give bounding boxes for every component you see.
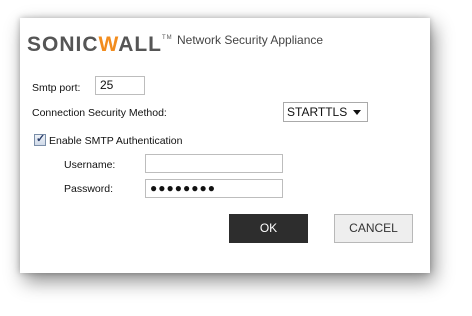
security-method-value: STARTTLS: [287, 105, 348, 119]
logo-suffix: ALL: [118, 33, 163, 56]
ok-button[interactable]: OK: [229, 214, 308, 243]
enable-auth-checkbox[interactable]: ✓: [34, 133, 46, 146]
smtp-port-input[interactable]: 25: [95, 76, 145, 95]
enable-auth-label: Enable SMTP Authentication: [49, 135, 183, 147]
username-label: Username:: [64, 159, 116, 171]
logo-w: W: [98, 33, 119, 56]
sonicwall-logo: SONICWALLTM: [27, 33, 173, 57]
logo-trademark: TM: [162, 35, 173, 41]
logo-prefix: SONIC: [27, 33, 99, 56]
password-label: Password:: [64, 183, 114, 195]
dialog-subtitle: Network Security Appliance: [177, 33, 324, 47]
username-input[interactable]: [145, 154, 283, 173]
dialog: SONICWALLTM Network Security Appliance S…: [20, 18, 430, 273]
security-method-label: Connection Security Method:: [32, 107, 167, 119]
security-method-select[interactable]: STARTTLS: [283, 102, 368, 122]
smtp-port-label: Smtp port:: [32, 82, 81, 94]
password-input[interactable]: ●●●●●●●●: [145, 179, 283, 198]
chevron-down-icon: [353, 110, 361, 115]
cancel-button[interactable]: CANCEL: [334, 214, 413, 243]
checkmark-icon: ✓: [36, 133, 46, 145]
